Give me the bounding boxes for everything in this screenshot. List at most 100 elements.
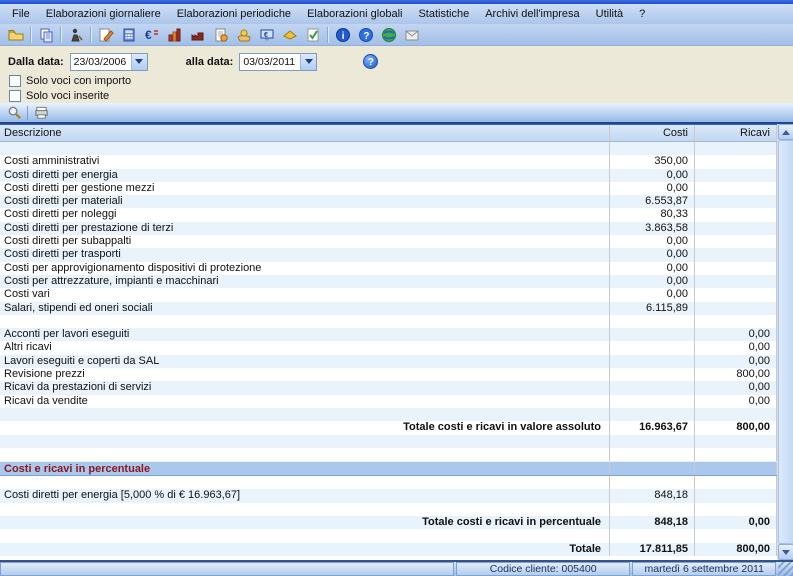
total-row[interactable]: Totale costi e ricavi in percentuale848,… bbox=[0, 516, 777, 529]
edit-document-button[interactable] bbox=[94, 25, 117, 45]
help-icon[interactable]: ? bbox=[363, 54, 378, 69]
check-document-button[interactable] bbox=[301, 25, 324, 45]
menu-item-elaborazioni-giornaliere[interactable]: Elaborazioni giornaliere bbox=[38, 6, 169, 22]
menu-item-utilit[interactable]: Utilità bbox=[588, 6, 632, 22]
cell-costi: 0,00 bbox=[610, 275, 695, 288]
cell-costi bbox=[610, 408, 695, 421]
table-row[interactable]: Lavori eseguiti e coperti da SAL0,00 bbox=[0, 355, 777, 368]
main-toolbar: € € i? bbox=[0, 24, 793, 46]
menu-item-file[interactable]: File bbox=[4, 6, 38, 22]
scroll-down-icon[interactable] bbox=[778, 544, 793, 560]
svg-text:?: ? bbox=[363, 31, 369, 42]
table-row[interactable]: Altri ricavi0,00 bbox=[0, 341, 777, 354]
cell-ricavi bbox=[695, 169, 777, 182]
toolbar-separator bbox=[27, 106, 28, 120]
table-row[interactable]: Costi per approvigionamento dispositivi … bbox=[0, 262, 777, 275]
table-row[interactable]: Costi diretti per prestazione di terzi3.… bbox=[0, 222, 777, 235]
cell-ricavi bbox=[695, 315, 777, 328]
info-button[interactable]: i bbox=[331, 25, 354, 45]
solo-voci-con-importo-checkbox[interactable] bbox=[9, 75, 21, 87]
cell-ricavi bbox=[695, 288, 777, 301]
open-folder-icon bbox=[8, 27, 24, 43]
table-row bbox=[0, 448, 777, 461]
vertical-scrollbar[interactable] bbox=[777, 124, 793, 560]
solo-voci-inserite-checkbox[interactable] bbox=[9, 90, 21, 102]
cell-ricavi: 800,00 bbox=[695, 421, 777, 434]
table-row[interactable]: Costi diretti per trasporti0,00 bbox=[0, 248, 777, 261]
total-row[interactable]: Totale17.811,85800,00 bbox=[0, 543, 777, 556]
cell-descrizione: Totale costi e ricavi in valore assoluto bbox=[0, 421, 610, 434]
from-date-label: Dalla data: bbox=[8, 56, 64, 68]
cell-ricavi bbox=[695, 302, 777, 315]
cell-costi bbox=[610, 529, 695, 542]
open-folder-button[interactable] bbox=[4, 25, 27, 45]
cell-descrizione: Costi per attrezzature, impianti e macch… bbox=[0, 275, 610, 288]
table-row[interactable]: Costi vari0,00 bbox=[0, 288, 777, 301]
money-hand-button[interactable] bbox=[232, 25, 255, 45]
application-window: FileElaborazioni giornaliereElaborazioni… bbox=[0, 0, 793, 576]
cell-costi bbox=[610, 315, 695, 328]
cell-costi: 3.863,58 bbox=[610, 222, 695, 235]
table-row[interactable]: Costi per attrezzature, impianti e macch… bbox=[0, 275, 777, 288]
table-row[interactable]: Acconti per lavori eseguiti0,00 bbox=[0, 328, 777, 341]
total-row[interactable]: Totale costi e ricavi in valore assoluto… bbox=[0, 421, 777, 434]
solo-voci-inserite-label[interactable]: Solo voci inserite bbox=[26, 90, 109, 102]
globe-button[interactable] bbox=[377, 25, 400, 45]
printer-button[interactable] bbox=[30, 104, 52, 121]
cell-descrizione bbox=[0, 142, 610, 155]
magnifier-icon bbox=[7, 105, 22, 120]
status-client-code: Codice cliente: 005400 bbox=[456, 562, 631, 576]
copy-document-button[interactable] bbox=[34, 25, 57, 45]
table-row[interactable]: Ricavi da prestazioni di servizi0,00 bbox=[0, 381, 777, 394]
production-button[interactable] bbox=[186, 25, 209, 45]
monitor-euro-button[interactable]: € bbox=[255, 25, 278, 45]
mail-button[interactable] bbox=[400, 25, 423, 45]
table-row[interactable]: Costi amministrativi350,00 bbox=[0, 155, 777, 168]
edit-document-icon bbox=[98, 27, 114, 43]
cell-ricavi bbox=[695, 489, 777, 502]
status-bar: Codice cliente: 005400 martedì 6 settemb… bbox=[0, 562, 793, 576]
help-button[interactable]: ? bbox=[354, 25, 377, 45]
scroll-up-icon[interactable] bbox=[778, 124, 793, 140]
table-row[interactable]: Revisione prezzi800,00 bbox=[0, 368, 777, 381]
scrollbar-thumb[interactable] bbox=[778, 140, 793, 544]
menu-item-elaborazioni-globali[interactable]: Elaborazioni globali bbox=[299, 6, 410, 22]
to-date-value[interactable]: 03/03/2011 bbox=[240, 54, 300, 70]
table-row[interactable]: Costi diretti per gestione mezzi0,00 bbox=[0, 182, 777, 195]
solo-voci-con-importo-label[interactable]: Solo voci con importo bbox=[26, 75, 131, 87]
from-date-combobox[interactable]: 23/03/2006 bbox=[70, 53, 148, 71]
grid-header-row: Descrizione Costi Ricavi bbox=[0, 124, 777, 142]
cell-descrizione: Costi e ricavi in percentuale bbox=[0, 462, 610, 475]
magnifier-button[interactable] bbox=[3, 104, 25, 121]
table-row[interactable]: Salari, stipendi ed oneri sociali6.115,8… bbox=[0, 302, 777, 315]
from-date-value[interactable]: 23/03/2006 bbox=[71, 54, 131, 70]
table-row[interactable]: Costi diretti per subappalti0,00 bbox=[0, 235, 777, 248]
from-date-dropdown-icon[interactable] bbox=[131, 54, 147, 70]
worker-button[interactable] bbox=[64, 25, 87, 45]
to-date-dropdown-icon[interactable] bbox=[300, 54, 316, 70]
to-date-combobox[interactable]: 03/03/2011 bbox=[239, 53, 317, 71]
cell-ricavi bbox=[695, 155, 777, 168]
cell-costi: 0,00 bbox=[610, 262, 695, 275]
cell-costi: 6.553,87 bbox=[610, 195, 695, 208]
menu-item-[interactable]: ? bbox=[631, 6, 653, 22]
table-row[interactable]: Ricavi da vendite0,00 bbox=[0, 395, 777, 408]
menu-item-archivi-dell-impresa[interactable]: Archivi dell'impresa bbox=[477, 6, 587, 22]
column-header-ricavi: Ricavi bbox=[695, 125, 777, 141]
resize-grip[interactable] bbox=[778, 562, 793, 576]
cell-descrizione: Totale costi e ricavi in percentuale bbox=[0, 516, 610, 529]
bar-chart-button[interactable] bbox=[163, 25, 186, 45]
yellow-wedge-button[interactable] bbox=[278, 25, 301, 45]
document-badge-button[interactable] bbox=[209, 25, 232, 45]
table-row[interactable]: Costi diretti per energia0,00 bbox=[0, 169, 777, 182]
calculator-button[interactable] bbox=[117, 25, 140, 45]
euro-statistics-button[interactable]: € bbox=[140, 25, 163, 45]
report-toolbar bbox=[0, 103, 793, 124]
menu-item-elaborazioni-periodiche[interactable]: Elaborazioni periodiche bbox=[169, 6, 299, 22]
table-row[interactable]: Costi diretti per materiali6.553,87 bbox=[0, 195, 777, 208]
cell-ricavi bbox=[695, 208, 777, 221]
table-row[interactable]: Costi diretti per energia [5,000 % di € … bbox=[0, 489, 777, 502]
cell-costi bbox=[610, 142, 695, 155]
table-row[interactable]: Costi diretti per noleggi80,33 bbox=[0, 208, 777, 221]
menu-item-statistiche[interactable]: Statistiche bbox=[410, 6, 477, 22]
